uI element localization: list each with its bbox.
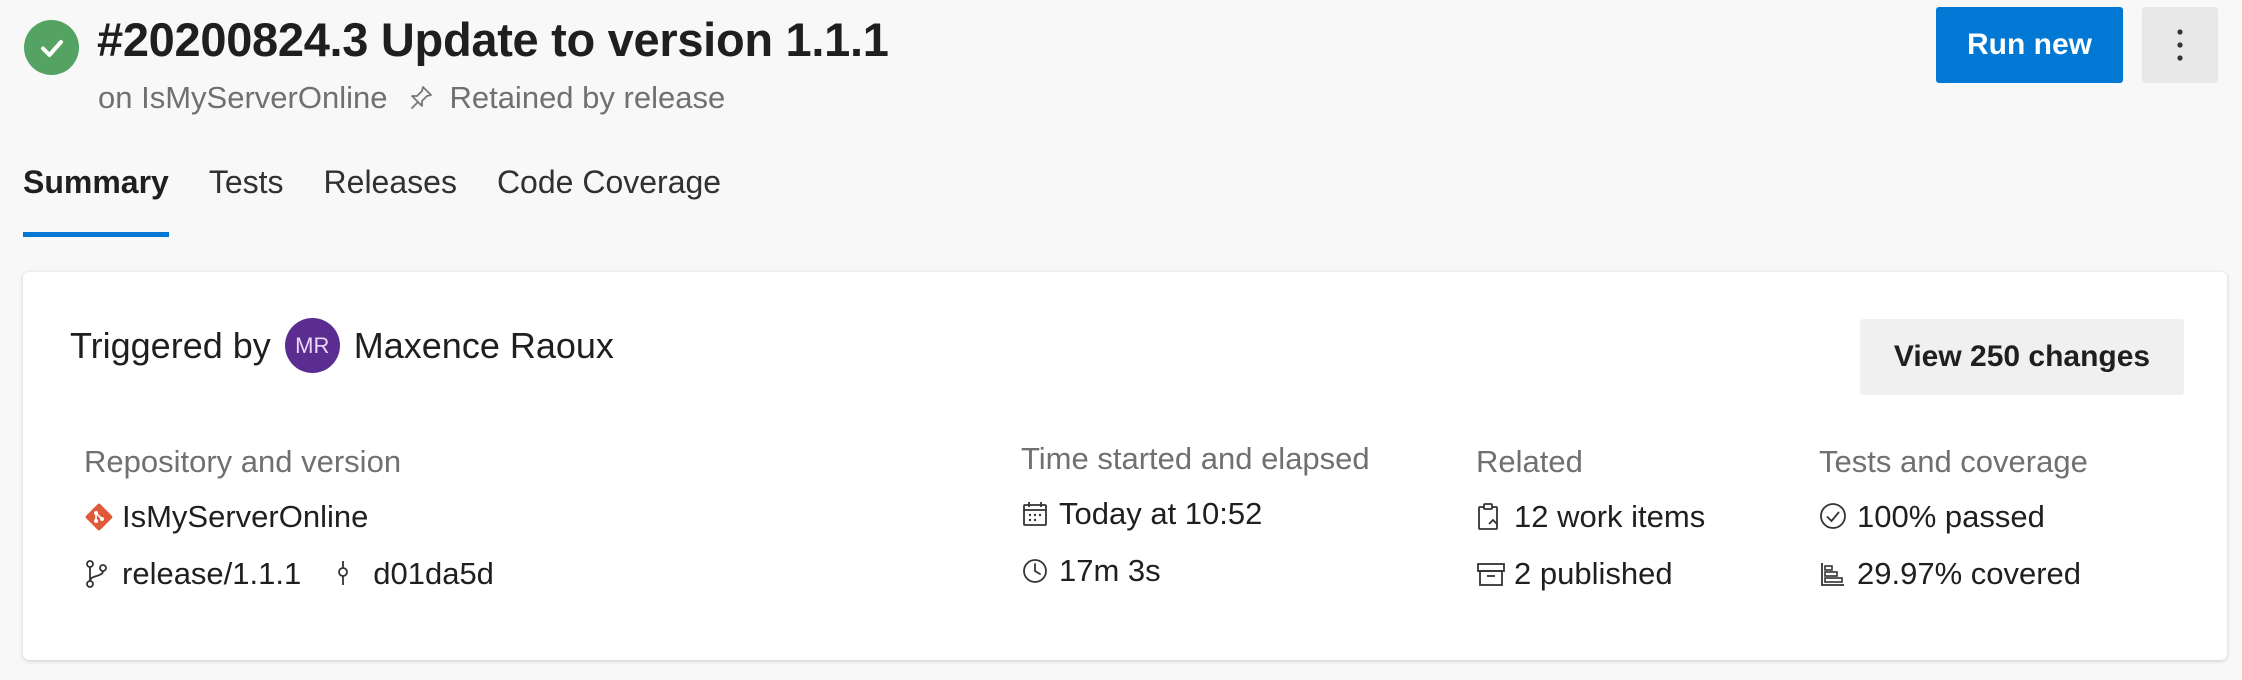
retained-label: Retained by release	[449, 80, 726, 115]
tests-section: Tests and coverage 100% passed 29.97% co…	[1819, 444, 2088, 612]
run-new-button[interactable]: Run new	[1936, 7, 2123, 83]
time-section: Time started and elapsed Today at 10:52 …	[1021, 441, 1370, 609]
subtitle: on IsMyServerOnline Retained by release	[98, 80, 725, 116]
check-outline-icon	[1819, 502, 1849, 532]
tab-releases[interactable]: Releases	[324, 160, 457, 237]
calendar-icon	[1021, 499, 1051, 529]
header: #20200824.3 Update to version 1.1.1 on I…	[22, 0, 2242, 130]
triggered-by: Triggered by MR Maxence Raoux	[70, 318, 614, 373]
more-vertical-icon	[2176, 28, 2184, 62]
branch-icon	[84, 559, 114, 589]
tests-passed-link[interactable]: 100% passed	[1857, 499, 2045, 535]
repository-heading: Repository and version	[84, 444, 402, 479]
subtitle-repo[interactable]: on IsMyServerOnline	[98, 80, 387, 116]
tab-summary[interactable]: Summary	[23, 160, 169, 237]
page-title: #20200824.3 Update to version 1.1.1	[97, 13, 889, 66]
tab-tests[interactable]: Tests	[209, 160, 284, 237]
time-heading: Time started and elapsed	[1021, 441, 1370, 476]
time-elapsed: 17m 3s	[1059, 553, 1161, 588]
time-started: Today at 10:52	[1059, 496, 1263, 531]
user-name[interactable]: Maxence Raoux	[354, 325, 614, 367]
clipboard-icon	[1476, 502, 1506, 532]
artifact-icon	[1476, 559, 1506, 589]
related-heading: Related	[1476, 444, 1583, 479]
triggered-by-label: Triggered by	[70, 324, 271, 366]
coverage-link[interactable]: 29.97% covered	[1857, 556, 2081, 592]
tab-bar: Summary Tests Releases Code Coverage	[23, 160, 761, 237]
pin-icon	[409, 85, 433, 111]
tab-code-coverage[interactable]: Code Coverage	[497, 160, 721, 237]
avatar[interactable]: MR	[284, 318, 340, 373]
view-changes-button[interactable]: View 250 changes	[1860, 319, 2184, 395]
tests-heading: Tests and coverage	[1819, 444, 2088, 479]
bar-chart-icon	[1819, 559, 1849, 589]
clock-icon	[1021, 556, 1051, 586]
work-items-link[interactable]: 12 work items	[1514, 499, 1705, 535]
more-actions-button[interactable]	[2142, 7, 2218, 83]
commit-icon	[335, 559, 365, 589]
repo-name[interactable]: IsMyServerOnline	[122, 499, 368, 535]
git-icon	[84, 502, 114, 532]
summary-card: Triggered by MR Maxence Raoux View 250 c…	[23, 272, 2227, 660]
branch-name[interactable]: release/1.1.1	[122, 556, 301, 592]
related-section: Related 12 work items 2 published	[1476, 444, 1705, 612]
published-link[interactable]: 2 published	[1514, 556, 1673, 592]
commit-id[interactable]: d01da5d	[373, 556, 494, 592]
check-circle-icon	[24, 20, 79, 75]
repository-section: Repository and version IsMyServerOnline …	[84, 444, 494, 612]
